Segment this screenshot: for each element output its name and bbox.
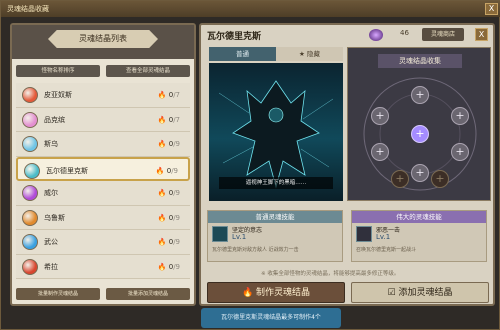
monster-artwork: 逼视神王脚下的黑暗…… (209, 63, 343, 201)
sort-dropdown[interactable]: 怪物名称排序 (16, 65, 100, 77)
normal-skill-level: Lv.1 (232, 233, 247, 241)
list-title: 灵魂结晶列表 (48, 30, 158, 48)
soul-gem-icon (22, 185, 38, 201)
monster-name: 瓦尔德里克斯 (207, 32, 262, 42)
great-skill-header: 伟大的灵魂技能 (352, 211, 486, 223)
close-icon[interactable]: X (485, 3, 498, 15)
tooltip-toast: 瓦尔德里克斯灵魂结晶最多可制作4个 (201, 308, 341, 328)
crystal-count-max: /9 (173, 140, 180, 148)
fire-icon: 🔥 (241, 288, 254, 298)
soul-collection-board: 灵魂结晶收集 + + + + + + + + + (347, 47, 491, 201)
monster-list-item[interactable]: 武公 🔥 0/9 (16, 230, 190, 255)
great-skill-desc: 召唤瓦尔德里克斯一起战斗 (356, 247, 417, 253)
crystal-count: 🔥 0/9 (157, 213, 180, 222)
collection-slot-center[interactable]: + (411, 125, 429, 143)
monster-list-item[interactable]: 希拉 🔥 0/9 (16, 254, 190, 279)
soul-gem-icon (22, 234, 38, 250)
monster-list-item[interactable]: 品克缤 🔥 0/7 (16, 107, 190, 132)
art-caption: 逼视神王脚下的黑暗…… (219, 177, 333, 189)
soul-count: 46 (400, 29, 409, 37)
collection-slot-1[interactable]: + (411, 86, 429, 104)
collection-slot-3[interactable]: + (451, 107, 469, 125)
collection-slot-locked-2[interactable]: + (431, 170, 449, 188)
crystal-count-max: /9 (173, 189, 180, 197)
monster-name-label: 皮亚奴斯 (44, 91, 72, 99)
collection-slot-2[interactable]: + (371, 107, 389, 125)
batch-make-button[interactable]: 批量制作灵魂结晶 (16, 288, 100, 300)
soul-gem-icon (22, 111, 38, 128)
window-titlebar[interactable]: 灵魂结晶收藏 X (1, 1, 500, 17)
crystal-count: 🔥 0/7 (157, 91, 180, 99)
soul-gem-icon (22, 258, 38, 275)
view-all-button[interactable]: 查看全部灵魂结晶 (106, 65, 190, 77)
monster-name-label: 乌鲁斯 (44, 213, 65, 222)
collection-slot-6[interactable]: + (411, 164, 429, 182)
monster-list-item[interactable]: 瓦尔德里克斯 🔥 0/9 (16, 156, 190, 181)
normal-skill-icon (212, 226, 228, 242)
monster-name-label: 武公 (44, 238, 58, 246)
tab-hidden-label: 隐藏 (306, 50, 320, 58)
crystal-count: 🔥 0/9 (155, 166, 178, 175)
crystal-count: 🔥 0/9 (157, 262, 180, 271)
list-bottom-actions: 批量制作灵魂结晶 批量添加灵魂结晶 (16, 288, 190, 302)
great-skill-level: Lv.1 (376, 233, 391, 241)
normal-skill-header: 普通灵魂技能 (208, 211, 342, 223)
collection-slot-4[interactable]: + (371, 143, 389, 161)
collection-slot-locked-1[interactable]: + (391, 170, 409, 188)
tab-hidden[interactable]: ★ 隐藏 (276, 47, 343, 61)
check-icon: ☑ (387, 288, 396, 298)
soul-gem-icon (22, 87, 38, 103)
soul-icon (369, 29, 383, 41)
make-soul-label: 制作灵魂结晶 (256, 288, 311, 298)
crystal-count: 🔥 0/9 (157, 238, 180, 246)
monster-list-item[interactable]: 威尔 🔥 0/9 (16, 181, 190, 206)
add-soul-label: 添加灵魂结晶 (398, 288, 453, 298)
monster-name-label: 希拉 (44, 262, 58, 271)
window-title: 灵魂结晶收藏 (7, 5, 49, 13)
soul-gem-icon (24, 162, 40, 179)
soul-collection-window: 灵魂结晶收藏 X 灵魂结晶列表 怪物名称排序 查看全部灵魂结晶 皮亚奴斯 🔥 0/… (0, 0, 500, 330)
normal-skill-card[interactable]: 普通灵魂技能 坚定的意志 Lv.1 瓦尔德里克斯对敌方敌人 近战效力一击 (207, 210, 343, 262)
crystal-count-max: /9 (173, 262, 180, 271)
normal-skill-desc: 瓦尔德里克斯对敌方敌人 近战效力一击 (212, 247, 299, 253)
soul-gem-icon (22, 136, 38, 152)
crystal-count-max: /9 (173, 213, 180, 222)
add-soul-button[interactable]: ☑ 添加灵魂结晶 (351, 282, 489, 303)
list-filters: 怪物名称排序 查看全部灵魂结晶 (16, 65, 190, 79)
list-header: 灵魂结晶列表 (12, 25, 194, 59)
monster-list-item[interactable]: 皮亚奴斯 🔥 0/7 (16, 83, 190, 108)
crystal-count-max: /7 (173, 115, 180, 124)
great-skill-card[interactable]: 伟大的灵魂技能 邪恶一击 Lv.1 召唤瓦尔德里克斯一起战斗 (351, 210, 487, 262)
tab-normal[interactable]: 普通 (209, 47, 276, 61)
soul-gem-icon (22, 209, 38, 226)
soul-shop-button[interactable]: 灵魂商店 (422, 28, 464, 41)
collection-note: ※ 收集全部怪物的灵魂结晶，将能够提高最多修正等级。 (261, 271, 400, 277)
monster-list-item[interactable]: 乌鲁斯 🔥 0/9 (16, 205, 190, 230)
monster-name-label: 品克缤 (44, 115, 65, 124)
batch-add-button[interactable]: 批量添加灵魂结晶 (106, 288, 190, 300)
art-tabs: 普通 ★ 隐藏 (209, 47, 343, 61)
monster-list-item[interactable]: 斯乌 🔥 0/9 (16, 132, 190, 157)
monster-name-label: 斯乌 (44, 140, 58, 148)
crystal-count: 🔥 0/9 (157, 189, 180, 197)
close-icon[interactable]: X (475, 28, 488, 41)
crystal-count-max: /7 (173, 91, 180, 99)
great-skill-icon (356, 226, 372, 242)
monster-list-panel: 灵魂结晶列表 怪物名称排序 查看全部灵魂结晶 皮亚奴斯 🔥 0/7 品克缤 🔥 0/7… (10, 23, 196, 306)
crystal-count-max: /9 (171, 166, 178, 175)
crystal-count-max: /9 (173, 238, 180, 246)
crystal-count: 🔥 0/9 (157, 140, 180, 148)
monster-name-label: 瓦尔德里克斯 (46, 166, 88, 175)
crystal-count: 🔥 0/7 (157, 115, 180, 124)
monster-detail-panel: 瓦尔德里克斯 46 灵魂商店 X 普通 ★ 隐藏 逼视神王脚下的黑暗…… 灵魂结 (199, 23, 495, 306)
monster-list: 皮亚奴斯 🔥 0/7 品克缤 🔥 0/7 斯乌 🔥 0/9 瓦尔德里克斯 🔥 0/9 威尔 🔥 0… (16, 83, 190, 279)
monster-name-label: 威尔 (44, 189, 58, 197)
make-soul-button[interactable]: 🔥 制作灵魂结晶 (207, 282, 345, 303)
collection-slot-5[interactable]: + (451, 143, 469, 161)
